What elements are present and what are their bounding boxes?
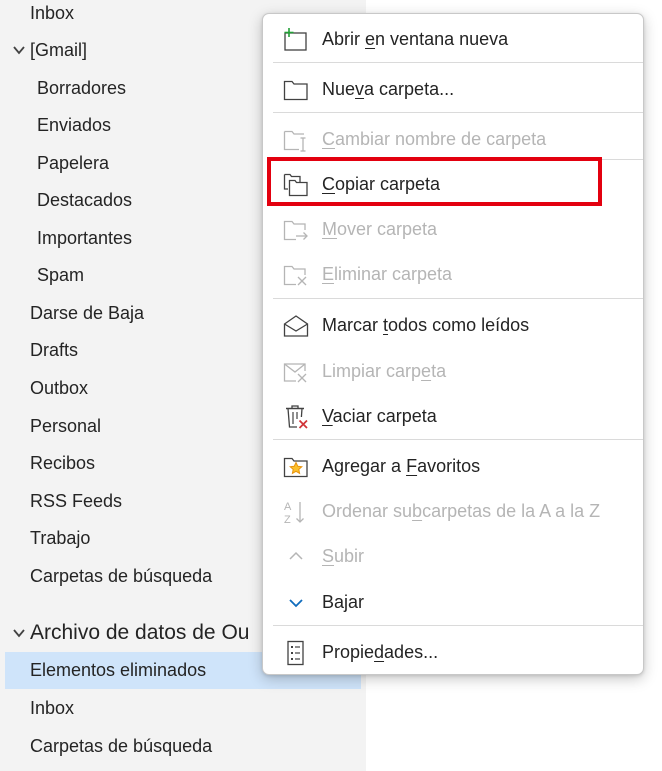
menu-item-label: Cambiar nombre de carpeta — [322, 129, 547, 149]
menu-item-label: Propiedades... — [322, 642, 439, 662]
folder-label: Recibos — [30, 453, 96, 473]
menu-item-move-folder[interactable]: Mover carpeta — [263, 208, 643, 250]
mark-read-icon — [283, 315, 309, 337]
folder-carpetas-de-busqueda-2[interactable]: Carpetas de búsqueda — [5, 728, 361, 765]
folder-label: Elementos eliminados — [30, 660, 207, 680]
menu-item-properties[interactable]: Propiedades... — [263, 631, 643, 673]
menu-item-add-favorites[interactable]: Agregar a Favoritos — [263, 445, 643, 487]
folder-label: Inbox — [30, 698, 75, 718]
menu-item-label: Nueva carpeta... — [322, 79, 455, 99]
move-folder-icon — [283, 220, 308, 241]
delete-folder-icon — [283, 265, 307, 286]
folder-label: Carpetas de búsqueda — [30, 736, 213, 756]
folder-label: Outbox — [30, 378, 89, 398]
favorites-icon — [283, 457, 308, 478]
menu-item-label: Abrir en ventana nueva — [322, 29, 509, 49]
svg-text:Z: Z — [284, 514, 291, 525]
folder-label: Personal — [30, 416, 102, 436]
menu-item-label: Limpiar carpeta — [322, 361, 447, 381]
folder-label: RSS Feeds — [30, 491, 123, 511]
menu-item-label: Vaciar carpeta — [322, 406, 437, 426]
new-window-icon — [284, 28, 307, 51]
chevron-down-icon — [289, 599, 303, 608]
menu-item-sort-subfolders[interactable]: A Z Ordenar subcarpetas de la A a la Z — [263, 490, 643, 532]
empty-folder-icon — [286, 405, 308, 429]
menu-item-label: Subir — [322, 546, 365, 566]
menu-item-open-new-window[interactable]: Abrir en ventana nueva — [263, 18, 643, 60]
folder-label: Drafts — [30, 340, 79, 360]
chevron-up-icon — [289, 551, 303, 560]
folder-label: Enviados — [37, 115, 112, 135]
folder-label: Borradores — [37, 78, 127, 98]
menu-item-empty-folder[interactable]: Vaciar carpeta — [263, 395, 643, 437]
menu-item-label: Bajar — [322, 592, 365, 612]
menu-item-label: Marcar todos como leídos — [322, 315, 530, 335]
rename-folder-icon — [283, 130, 306, 152]
folder-label: [Gmail] — [30, 40, 88, 60]
menu-item-clean-folder[interactable]: Limpiar carpeta — [263, 350, 643, 392]
clean-folder-icon — [283, 363, 307, 383]
menu-item-new-folder[interactable]: Nueva carpeta... — [263, 68, 643, 110]
menu-item-label: Agregar a Favoritos — [322, 456, 481, 476]
sort-az-icon: A Z — [284, 501, 304, 525]
menu-item-move-up[interactable]: Subir — [263, 535, 643, 577]
folder-label: Papelera — [37, 153, 110, 173]
svg-text:A: A — [284, 501, 292, 513]
menu-item-delete-folder[interactable]: Eliminar carpeta — [263, 253, 643, 295]
new-folder-icon — [283, 80, 308, 101]
menu-separator — [273, 439, 643, 440]
highlight-annotation — [267, 157, 602, 206]
folder-label: Importantes — [37, 228, 133, 248]
menu-separator — [273, 625, 643, 626]
folder-label: Carpetas de búsqueda — [30, 566, 213, 586]
folder-label: Spam — [37, 265, 85, 285]
folder-label: Inbox — [30, 3, 75, 23]
menu-item-mark-all-read[interactable]: Marcar todos como leídos — [263, 304, 643, 346]
properties-icon — [287, 640, 304, 666]
chevron-down-icon[interactable] — [12, 626, 26, 640]
menu-item-rename-folder[interactable]: Cambiar nombre de carpeta — [263, 118, 643, 160]
menu-item-label: Eliminar carpeta — [322, 264, 453, 284]
menu-separator — [273, 62, 643, 63]
chevron-down-icon[interactable] — [12, 43, 26, 57]
account-label: Archivo de datos de Ou — [30, 621, 250, 644]
menu-separator — [273, 112, 643, 113]
folder-label: Darse de Baja — [30, 303, 145, 323]
menu-item-label: Ordenar subcarpetas de la A a la Z — [322, 501, 601, 521]
folder-label: Destacados — [37, 190, 133, 210]
menu-separator — [273, 298, 643, 299]
folder-inbox-2[interactable]: Inbox — [5, 690, 361, 727]
menu-item-move-down[interactable]: Bajar — [263, 581, 643, 623]
folder-label: Trabajo — [30, 528, 91, 548]
menu-item-label: Mover carpeta — [322, 219, 438, 239]
context-menu: Abrir en ventana nueva Nueva carpeta... … — [262, 13, 644, 675]
